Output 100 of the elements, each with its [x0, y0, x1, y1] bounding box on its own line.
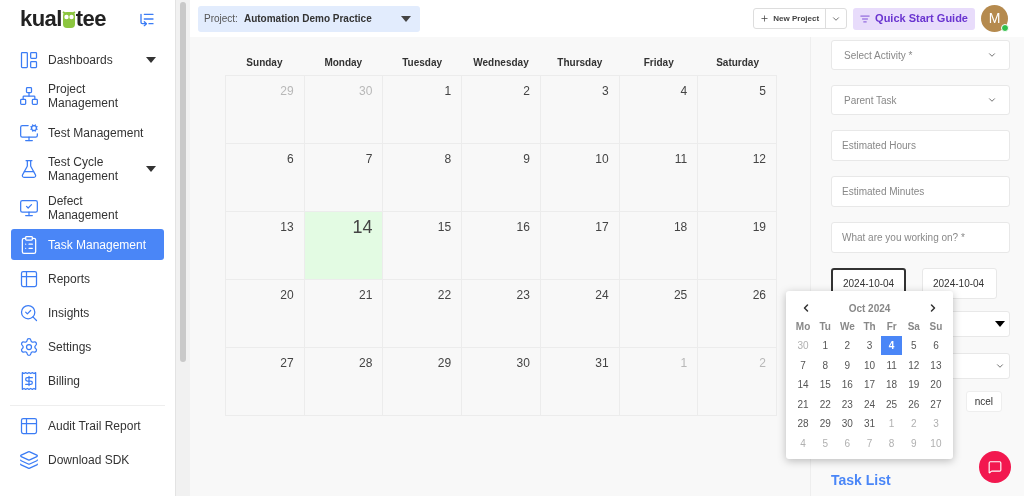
calendar-day[interactable]: 28 — [304, 348, 384, 416]
day-option[interactable]: 25 — [881, 394, 903, 414]
sidebar-item[interactable]: Billing — [11, 365, 164, 396]
calendar-day[interactable]: 8 — [383, 144, 463, 212]
select-field[interactable]: Select Activity * — [831, 40, 1010, 70]
calendar-day[interactable]: 30 — [462, 348, 541, 416]
weekday-label: Friday — [642, 55, 675, 70]
calendar-day[interactable]: 4 — [619, 76, 699, 144]
day-option[interactable]: 2 — [836, 336, 858, 356]
weekday-label: Sa — [906, 320, 921, 334]
calendar-day[interactable]: 5 — [698, 76, 777, 144]
calendar-day[interactable]: 9 — [462, 144, 541, 212]
day-option[interactable]: 10 — [859, 355, 880, 375]
day-option[interactable]: 16 — [836, 375, 858, 395]
day-option[interactable]: 1 — [814, 336, 836, 356]
calendar-day[interactable]: 21 — [304, 280, 384, 348]
calendar-day[interactable]: 31 — [540, 348, 620, 416]
day-option[interactable]: 5 — [903, 336, 925, 356]
calendar-day[interactable]: 1 — [383, 76, 463, 144]
chat-icon — [988, 460, 1002, 474]
text-field[interactable]: Estimated Minutes — [831, 176, 1010, 207]
day-option[interactable]: 26 — [903, 394, 925, 414]
sidebar-item[interactable]: Settings — [11, 331, 164, 362]
caret-icon — [146, 56, 156, 63]
calendar-day[interactable]: 23 — [462, 280, 541, 348]
calendar-day[interactable]: 3 — [540, 76, 620, 144]
scrollbar-thumb[interactable] — [180, 2, 186, 362]
weekday-label: Tuesday — [401, 55, 444, 70]
day-option[interactable]: 18 — [881, 375, 903, 395]
calendar-day[interactable]: 25 — [619, 280, 699, 348]
day-option[interactable]: 28 — [792, 414, 814, 434]
cancel-button[interactable]: ncel — [965, 391, 1002, 412]
chevron-icon — [987, 95, 997, 105]
weekday-label: Fr — [885, 320, 898, 334]
day-option[interactable]: 3 — [859, 336, 880, 356]
plus-icon — [760, 14, 770, 23]
calendar-day[interactable]: 17 — [540, 212, 620, 280]
day-option[interactable]: 14 — [792, 375, 814, 395]
sidebar-item[interactable]: Test Cycle Management — [11, 151, 164, 187]
day-option[interactable]: 24 — [859, 394, 880, 414]
owl-icon — [61, 9, 76, 29]
collapse-icon[interactable] — [139, 11, 155, 27]
day-option[interactable]: 27 — [925, 394, 947, 414]
calendar-day[interactable]: 20 — [226, 280, 305, 348]
sidebar-item[interactable]: Defect Management — [11, 190, 164, 226]
day-option[interactable]: 15 — [814, 375, 836, 395]
day-option[interactable]: 8 — [814, 355, 836, 375]
day-option[interactable]: 29 — [814, 414, 836, 434]
report-icon — [19, 415, 39, 436]
calendar-day[interactable]: 19 — [698, 212, 777, 280]
calendar-day[interactable]: 15 — [383, 212, 463, 280]
quick-start-button[interactable]: Quick Start Guide — [853, 7, 975, 30]
day-option[interactable]: 22 — [814, 394, 836, 414]
sidebar-item[interactable]: Insights — [11, 297, 164, 328]
day-option[interactable]: 12 — [903, 355, 925, 375]
calendar-day[interactable]: 13 — [226, 212, 305, 280]
sidebar-item[interactable]: Download SDK — [10, 444, 165, 475]
text-field[interactable]: What are you working on? * — [831, 222, 1010, 253]
calendar-day[interactable]: 18 — [619, 212, 699, 280]
day-option[interactable]: 31 — [859, 414, 880, 434]
caret-icon — [146, 166, 156, 172]
sidebar-item[interactable]: Reports — [11, 263, 164, 294]
project-select[interactable]: Project: Automation Demo Practice — [198, 5, 420, 32]
calendar-day[interactable]: 11 — [619, 144, 699, 212]
weekday-label: Mo — [794, 320, 812, 334]
day-option[interactable]: 30 — [836, 414, 858, 434]
calendar-day[interactable]: 2 — [462, 76, 541, 144]
day-option[interactable]: 13 — [925, 355, 947, 375]
calendar-day[interactable]: 22 — [383, 280, 463, 348]
day-option[interactable]: 20 — [925, 375, 947, 395]
calendar-day[interactable]: 14 — [304, 212, 384, 280]
calendar-day[interactable]: 16 — [462, 212, 541, 280]
calendar-day[interactable]: 6 — [226, 144, 305, 212]
calendar-day[interactable]: 27 — [226, 348, 305, 416]
text-field[interactable]: Estimated Hours — [831, 130, 1010, 161]
chat-button[interactable] — [979, 451, 1011, 483]
day-option[interactable]: 21 — [792, 394, 814, 414]
weekday-label: Tu — [818, 320, 832, 334]
settings-icon — [19, 336, 39, 357]
day-option[interactable]: 11 — [881, 355, 903, 375]
grid-icon — [19, 49, 39, 70]
sidebar-item[interactable]: Test Management — [11, 117, 164, 148]
calendar-day[interactable]: 26 — [698, 280, 777, 348]
sidebar-item[interactable]: Dashboards — [11, 44, 164, 75]
sidebar-item[interactable]: Audit Trail Report — [10, 410, 165, 441]
day-option[interactable]: 19 — [903, 375, 925, 395]
calendar-day[interactable]: 10 — [540, 144, 620, 212]
chevron-icon — [987, 50, 997, 60]
day-option[interactable]: 6 — [925, 336, 947, 356]
calendar-day[interactable]: 12 — [698, 144, 777, 212]
calendar-day[interactable]: 24 — [540, 280, 620, 348]
calendar-day[interactable]: 29 — [383, 348, 463, 416]
day-option[interactable]: 7 — [792, 355, 814, 375]
weekday-label: We — [838, 320, 856, 334]
day-option[interactable]: 23 — [836, 394, 858, 414]
day-option[interactable]: 17 — [859, 375, 880, 395]
select-field[interactable]: Parent Task — [831, 85, 1010, 115]
sidebar-item[interactable]: Project Management — [11, 78, 164, 114]
monitor-icon — [19, 198, 39, 218]
day-option[interactable]: 9 — [836, 355, 858, 375]
